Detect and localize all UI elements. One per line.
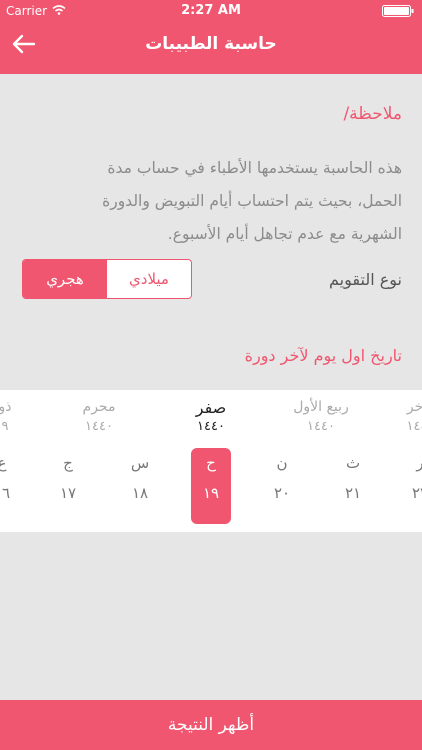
month-name: آخر: [406, 399, 422, 415]
picker-day[interactable]: ج ١٧: [48, 448, 88, 524]
page-title: حاسبة الطبيبات: [145, 34, 277, 54]
day-number: ١٧: [59, 484, 77, 502]
day-letter: ع: [0, 454, 7, 472]
battery-icon: [382, 5, 414, 17]
month-year: ٩: [1, 419, 9, 434]
picker-month[interactable]: آخر ١٤٤: [372, 398, 422, 436]
note-body: هذه الحاسبة يستخدمها الأطباء في حساب مدة…: [17, 152, 402, 251]
day-letter: س: [130, 454, 150, 472]
picker-day[interactable]: ن ٢٠: [262, 448, 302, 524]
picker-month[interactable]: ربيع الأول ١٤٤٠: [276, 398, 366, 436]
month-name: ربيع الأول: [293, 399, 349, 415]
picker-day[interactable]: ث ٢١: [333, 448, 373, 524]
segment-gregorian[interactable]: ميلادي: [107, 260, 191, 298]
day-letter: ر: [416, 454, 422, 472]
day-letter: ن: [276, 454, 288, 472]
day-letter: ح: [206, 454, 216, 472]
month-name: صفر: [195, 398, 227, 417]
picker-month-selected[interactable]: صفر ١٤٤٠: [166, 398, 256, 436]
picker-day-selected[interactable]: ح ١٩: [191, 448, 231, 524]
day-number: ٢٠: [273, 484, 291, 502]
picker-day[interactable]: س ١٨: [120, 448, 160, 524]
month-year: ١٤٤٠: [307, 419, 335, 434]
picker-day[interactable]: ع ١٦: [0, 448, 22, 524]
day-letter: ج: [63, 454, 73, 472]
month-year: ١٤٤٠: [85, 419, 113, 434]
month-name: محرم: [82, 399, 116, 415]
month-year: ١٤٤٠: [197, 419, 225, 434]
segment-hijri[interactable]: هجري: [23, 260, 107, 298]
month-year: ١٤٤: [406, 419, 422, 434]
header-bar: Carrier 2:27 AM حاسبة الطبيبات: [0, 0, 422, 74]
calendar-type-label: نوع التقويم: [329, 270, 402, 289]
picker-month[interactable]: ذو ٩: [0, 398, 50, 436]
status-bar: Carrier 2:27 AM: [0, 0, 422, 22]
note-line: هذه الحاسبة يستخدمها الأطباء في حساب مدة: [107, 159, 402, 177]
picker-day[interactable]: ر ٢٢: [400, 448, 422, 524]
show-result-button[interactable]: أظهر النتيجة: [0, 700, 422, 750]
picker-month[interactable]: محرم ١٤٤٠: [54, 398, 144, 436]
status-time: 2:27 AM: [181, 3, 241, 18]
date-picker[interactable]: ذو ٩ محرم ١٤٤٠ صفر ١٤٤٠ ربيع الأول ١٤٤٠ …: [0, 390, 422, 532]
month-name: ذو: [0, 399, 12, 415]
note-line: الشهرية مع عدم تجاهل أيام الأسبوع.: [167, 225, 402, 243]
note-title: ملاحظة/: [343, 104, 402, 124]
navigation-bar: حاسبة الطبيبات: [0, 24, 422, 68]
last-period-date-label: تاريخ اول يوم لآخر دورة: [244, 346, 402, 365]
note-line: الحمل، بحيث يتم احتساب أيام التبويض والد…: [102, 192, 402, 210]
day-number: ١٨: [131, 484, 149, 502]
day-number: ١٩: [202, 484, 220, 502]
day-letter: ث: [345, 454, 361, 472]
day-number: ١٦: [0, 484, 11, 502]
day-number: ٢٢: [411, 484, 422, 502]
day-number: ٢١: [344, 484, 362, 502]
calendar-type-segmented-control: هجري ميلادي: [22, 259, 192, 299]
